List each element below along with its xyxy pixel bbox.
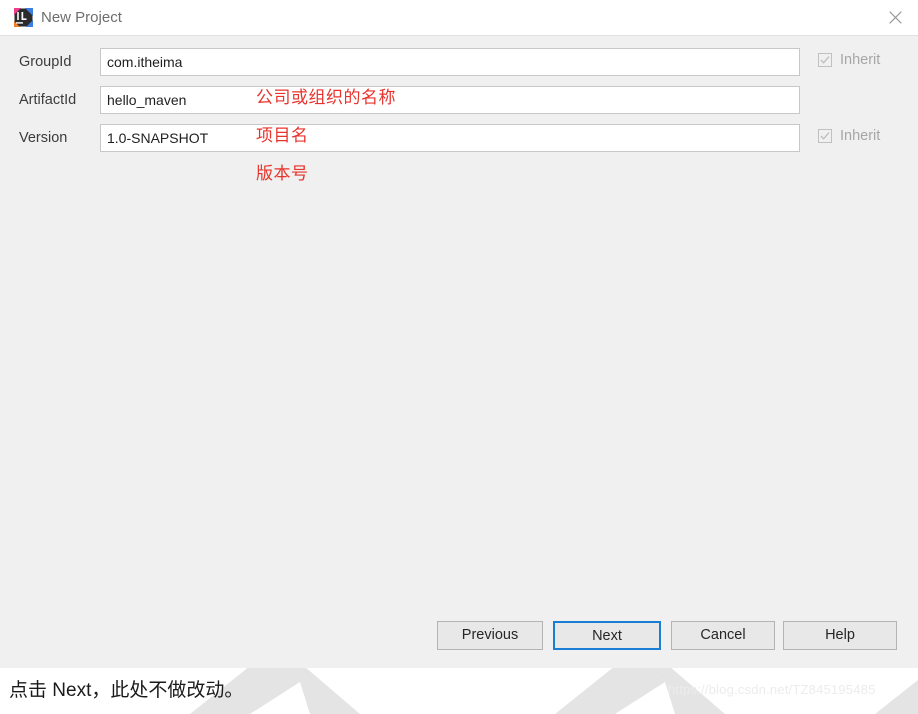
groupid-inherit-label: Inherit — [840, 52, 881, 68]
watermark-url: https://blog.csdn.net/TZ845195485 — [668, 682, 876, 697]
annotation-groupid: 公司或组织的名称 — [256, 88, 396, 107]
annotation-artifactid: 项目名 — [256, 126, 309, 145]
form-row-artifactid: ArtifactId — [0, 86, 918, 114]
version-input[interactable] — [100, 124, 800, 152]
form-row-version: Version Inherit — [0, 124, 918, 152]
dialog-button-bar: Previous Next Cancel Help — [0, 612, 918, 668]
artifactid-label: ArtifactId — [19, 92, 77, 108]
annotation-version: 版本号 — [256, 164, 309, 183]
groupid-input[interactable] — [100, 48, 800, 76]
dialog-title: New Project — [41, 9, 122, 26]
next-button[interactable]: Next — [553, 621, 661, 650]
previous-button[interactable]: Previous — [437, 621, 543, 650]
groupid-inherit-checkbox[interactable]: Inherit — [818, 51, 880, 69]
help-button[interactable]: Help — [783, 621, 897, 650]
project-coordinates-form: GroupId Inherit ArtifactId Version — [0, 36, 918, 624]
version-inherit-label: Inherit — [840, 128, 881, 144]
form-row-groupid: GroupId Inherit — [0, 48, 918, 76]
groupid-label: GroupId — [19, 54, 72, 70]
artifactid-input[interactable] — [100, 86, 800, 114]
tutorial-caption: 点击 Next，此处不做改动。 — [9, 680, 244, 701]
checkbox-checked-icon — [818, 129, 832, 143]
checkbox-checked-icon — [818, 53, 832, 67]
cancel-button[interactable]: Cancel — [671, 621, 775, 650]
intellij-idea-icon — [14, 8, 33, 27]
version-inherit-checkbox[interactable]: Inherit — [818, 127, 880, 145]
new-project-dialog: New Project GroupId Inherit — [0, 0, 918, 668]
close-icon[interactable] — [872, 0, 918, 34]
dialog-titlebar: New Project — [0, 0, 918, 36]
version-label: Version — [19, 130, 68, 146]
